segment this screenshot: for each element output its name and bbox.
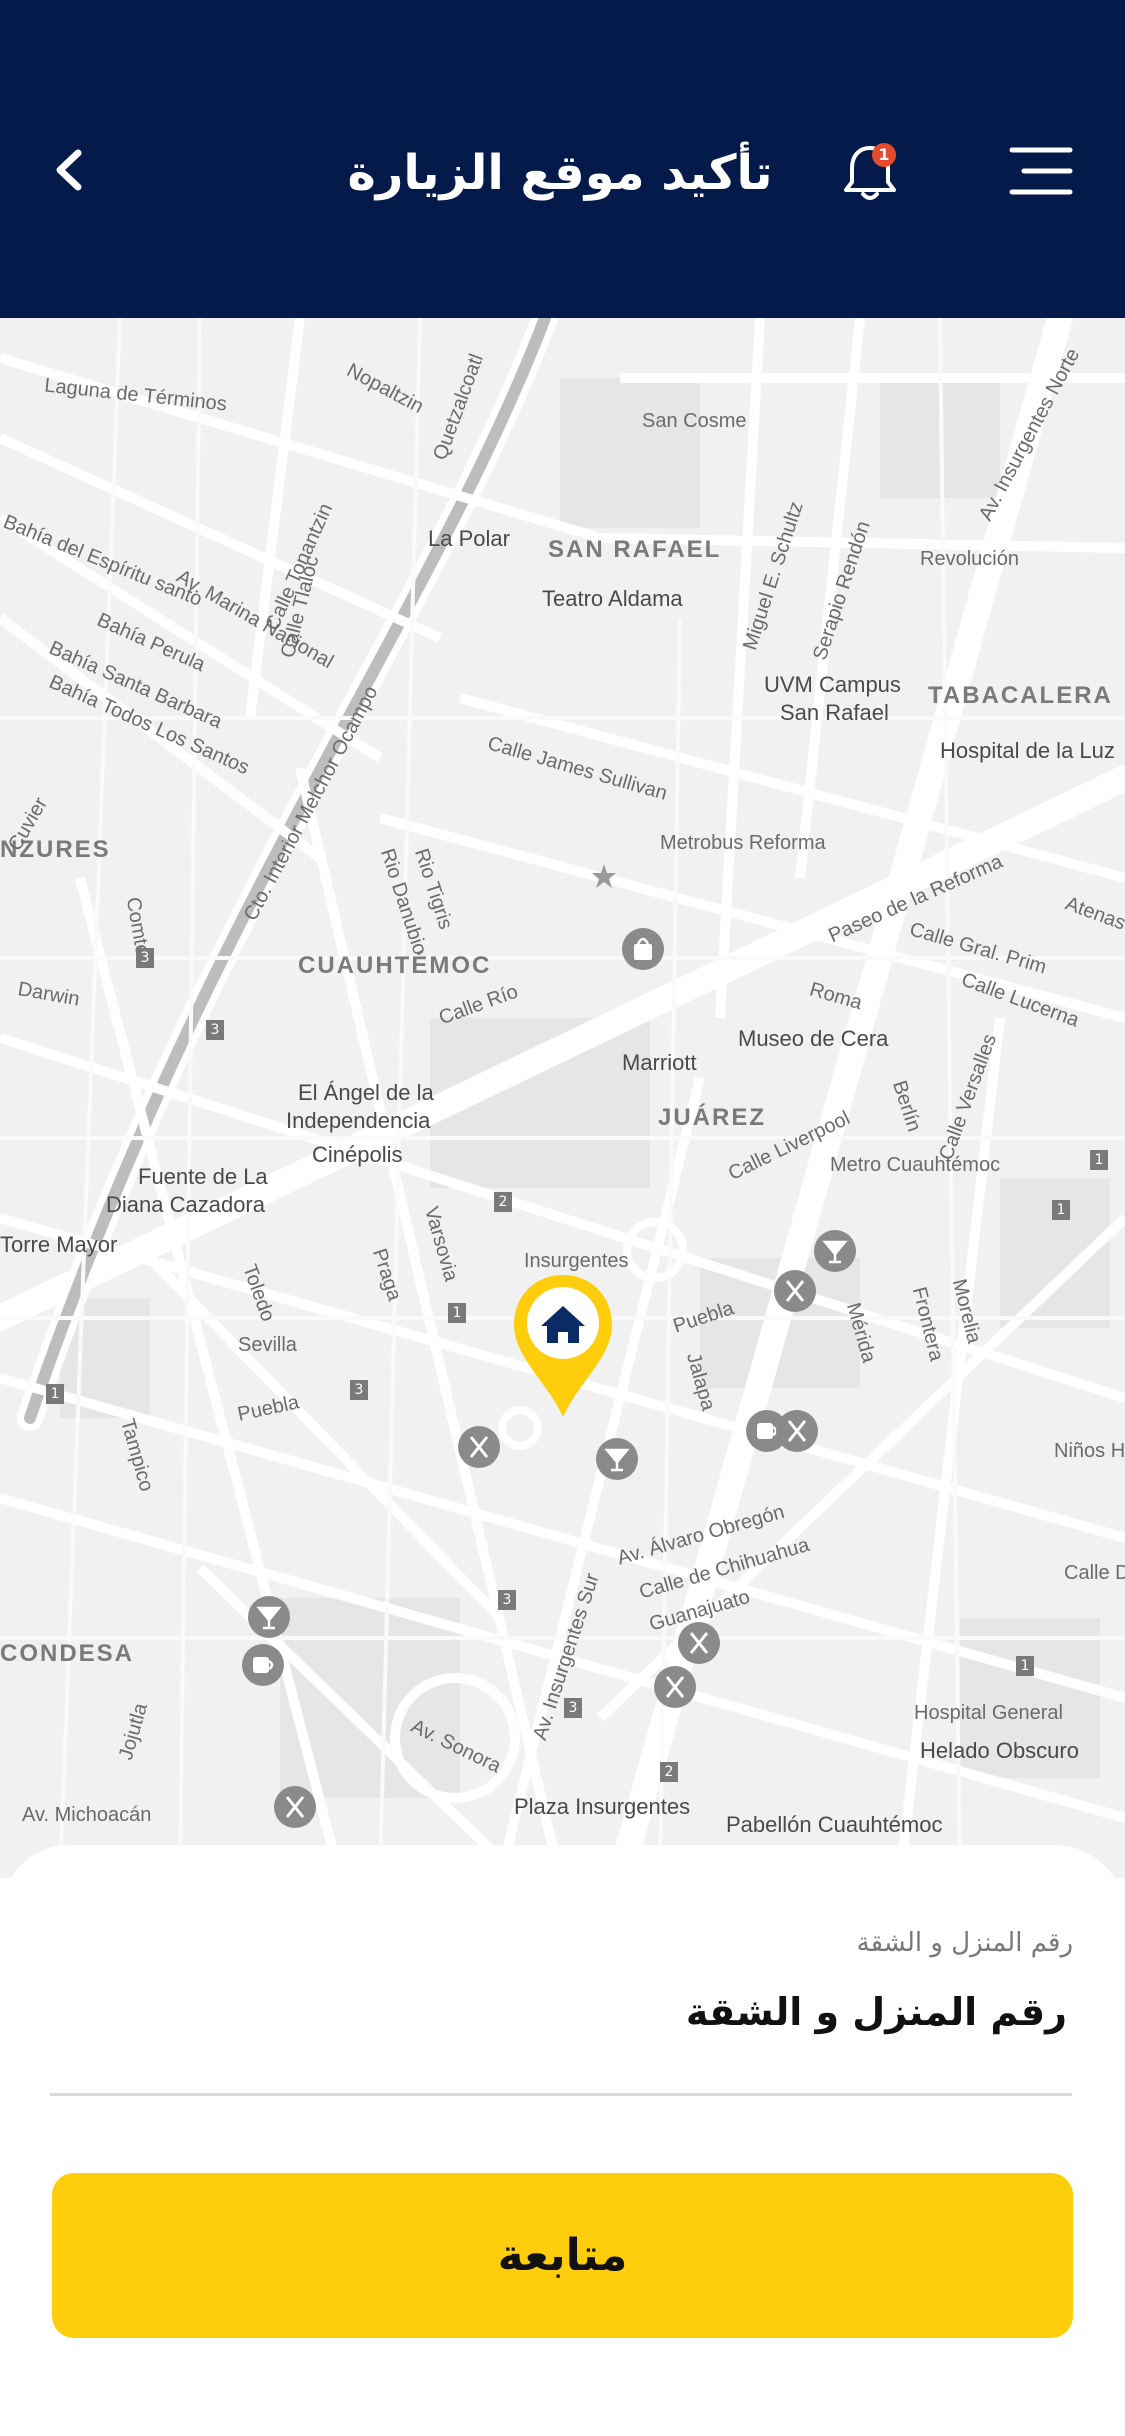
route-badge: 1	[1016, 1656, 1034, 1676]
map-label: Hospital General	[914, 1702, 1063, 1724]
map-label: Museo de Cera	[738, 1026, 889, 1051]
map-label: Metro Cuauhtémoc	[830, 1154, 1001, 1176]
map-label: San Rafael	[780, 700, 889, 725]
route-badge: 1	[1090, 1150, 1108, 1170]
page-title: تأكيد موقع الزيارة	[347, 145, 773, 201]
bar-poi-icon	[596, 1438, 638, 1480]
map-label: Helado Obscuro	[920, 1738, 1079, 1763]
map-label: Pabellón Cuauhtémoc	[726, 1812, 943, 1837]
address-field-value[interactable]: رقم المنزل و الشقة	[686, 1990, 1067, 2034]
address-field-label: رقم المنزل و الشقة	[856, 1928, 1073, 1958]
bar-poi-icon	[814, 1230, 856, 1272]
home-pin-icon[interactable]	[508, 1271, 618, 1421]
map-label: TABACALERA	[928, 682, 1113, 709]
continue-button[interactable]: متابعة	[52, 2173, 1073, 2338]
restaurant-poi-icon	[774, 1270, 816, 1312]
bar-poi-icon	[248, 1596, 290, 1638]
map-label: Sevilla	[238, 1334, 297, 1356]
restaurant-poi-icon	[776, 1410, 818, 1452]
route-badge: 2	[660, 1762, 678, 1782]
map-label: CUAUHTÉMOC	[298, 952, 492, 979]
route-badge: 3	[350, 1380, 368, 1400]
map-label: Calle D	[1064, 1562, 1125, 1584]
map-label: Cinépolis	[312, 1142, 403, 1167]
map-label: Diana Cazadora	[106, 1192, 265, 1217]
menu-button[interactable]	[1008, 145, 1074, 197]
star-poi-icon	[592, 864, 616, 888]
map-label: Niños H	[1054, 1440, 1125, 1462]
route-badge: 3	[564, 1698, 582, 1718]
route-badge: 1	[1052, 1200, 1070, 1220]
map-label: Teatro Aldama	[542, 586, 683, 611]
map-label: CONDESA	[0, 1640, 135, 1667]
field-underline	[50, 2093, 1072, 2096]
map-label: Hospital de la Luz	[940, 738, 1115, 763]
route-badge: 3	[136, 948, 154, 968]
route-badge: 1	[46, 1384, 64, 1404]
map-view[interactable]: Laguna de Términos Nopaltzin Quetzalcoat…	[0, 318, 1125, 1878]
shopping-poi-icon	[622, 928, 664, 970]
notification-count-badge: 1	[872, 143, 896, 167]
map-label: Insurgentes	[524, 1250, 629, 1272]
map-label: UVM Campus	[764, 672, 901, 697]
chevron-left-icon	[56, 149, 82, 191]
map-label: Av. Michoacán	[22, 1804, 152, 1826]
map-label: Fuente de La	[138, 1164, 268, 1189]
route-badge: 3	[498, 1590, 516, 1610]
top-app-bar: تأكيد موقع الزيارة 1	[0, 0, 1125, 318]
back-button[interactable]	[40, 135, 100, 205]
route-badge: 1	[448, 1303, 466, 1323]
map-label: Plaza Insurgentes	[514, 1794, 691, 1819]
restaurant-poi-icon	[678, 1622, 720, 1664]
map-label: Metrobus Reforma	[660, 832, 826, 854]
route-badge: 2	[494, 1192, 512, 1212]
restaurant-poi-icon	[274, 1786, 316, 1828]
route-badge: 3	[206, 1020, 224, 1040]
map-label: San Cosme	[642, 410, 747, 432]
map-label: Marriott	[622, 1050, 697, 1075]
map-label: La Polar	[428, 526, 510, 551]
map-label: Torre Mayor	[0, 1232, 118, 1257]
restaurant-poi-icon	[458, 1426, 500, 1468]
menu-icon	[1009, 147, 1073, 195]
map-label: JUÁREZ	[658, 1104, 767, 1131]
address-input[interactable]	[50, 2050, 1074, 2092]
cafe-poi-icon	[242, 1644, 284, 1686]
map-label: El Ángel de la	[298, 1080, 434, 1105]
restaurant-poi-icon	[654, 1666, 696, 1708]
map-label: Independencia	[286, 1108, 431, 1133]
map-label: Revolución	[920, 548, 1019, 570]
map-label: SAN RAFAEL	[548, 536, 722, 563]
